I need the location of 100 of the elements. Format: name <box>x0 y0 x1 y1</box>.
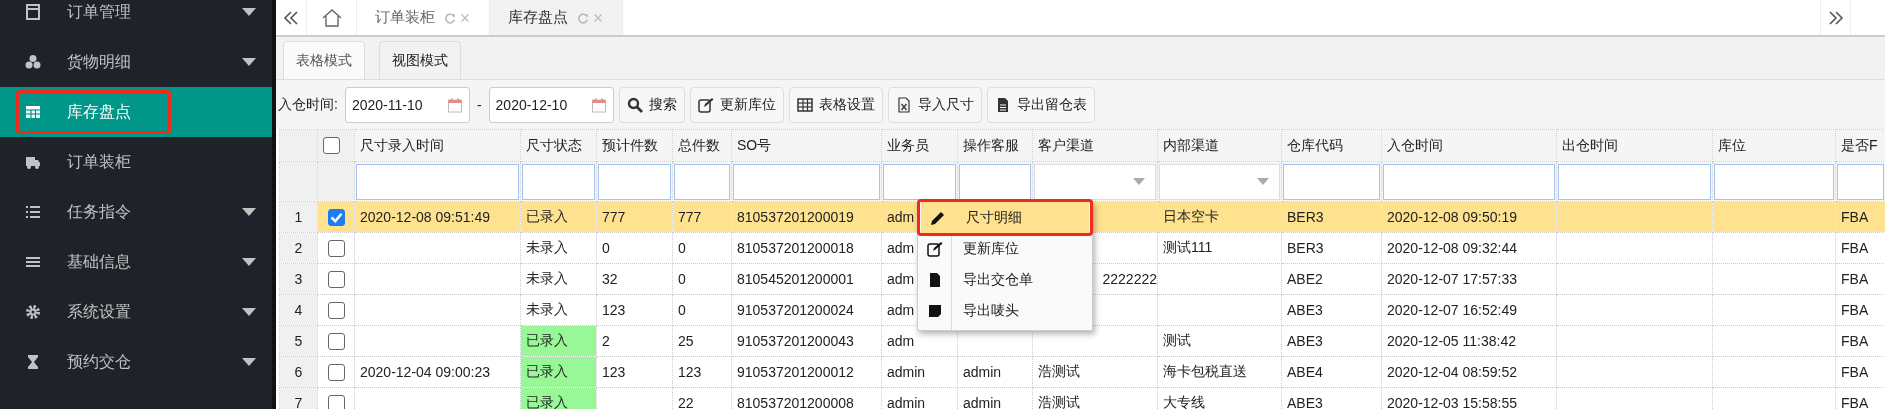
spreadsheet-file-icon <box>895 96 912 113</box>
row-checkbox[interactable] <box>327 332 345 350</box>
refresh-icon[interactable] <box>577 11 589 24</box>
table-cell: 已录入 <box>520 356 597 388</box>
filter-input[interactable] <box>1558 163 1711 200</box>
sidebar-item-label: 基础信息 <box>67 251 131 272</box>
table-cell: ABE2 <box>1281 263 1382 295</box>
row-checkbox[interactable] <box>327 239 345 257</box>
table-icon <box>796 96 813 113</box>
edit-icon <box>926 240 943 257</box>
sidebar-item[interactable]: 基础信息 <box>0 237 272 287</box>
filter-input[interactable] <box>733 163 880 200</box>
column-header[interactable]: 仓库代码 <box>1281 129 1382 162</box>
tab-label: 订单装柜 <box>375 8 435 27</box>
toolbar-button[interactable]: 表格设置 <box>788 86 883 123</box>
sidebar-item[interactable]: 库存盘点 <box>0 87 272 137</box>
column-header[interactable]: 内部渠道 <box>1157 129 1282 162</box>
date-range-separator: - <box>476 96 482 113</box>
table-cell: ABE3 <box>1281 325 1382 357</box>
table-cell: 已录入 <box>520 201 597 233</box>
table-cell: 未录入 <box>520 263 597 295</box>
table-cell: 测试 <box>1157 325 1282 357</box>
row-checkbox[interactable] <box>327 270 345 288</box>
table-cell: 123 <box>596 356 673 388</box>
column-header[interactable]: 库位 <box>1712 129 1836 162</box>
column-header[interactable]: SO号 <box>731 129 882 162</box>
filter-input[interactable] <box>1837 163 1884 200</box>
filter-input[interactable] <box>1383 163 1555 200</box>
sidebar-item[interactable]: 预约交仓 <box>0 337 272 387</box>
table-cell: 0 <box>672 294 732 326</box>
column-header[interactable]: 操作客服 <box>957 129 1033 162</box>
table-cell: 910537201200043 <box>731 325 882 357</box>
filter-input[interactable] <box>674 163 730 200</box>
filter-input[interactable] <box>883 163 956 200</box>
view-tab[interactable]: 视图模式 <box>379 41 461 79</box>
menu-item-label: 导出唛头 <box>963 301 1019 320</box>
table-cell: 777 <box>672 201 732 233</box>
sidebar-item[interactable]: 订单管理 <box>0 0 272 37</box>
sidebar-item-label: 任务指令 <box>67 201 131 222</box>
table-cell: admin <box>957 356 1033 388</box>
table-cell: 2020-12-08 09:50:19 <box>1381 201 1557 233</box>
tab-label: 库存盘点 <box>508 8 568 27</box>
filter-dropdown[interactable] <box>1034 163 1156 200</box>
date-field[interactable]: 2020-12-10 <box>488 86 614 123</box>
sidebar-item-label: 订单装柜 <box>67 151 131 172</box>
column-header[interactable]: 尺寸状态 <box>520 129 597 162</box>
filter-input[interactable] <box>959 163 1031 200</box>
row-checkbox[interactable] <box>327 363 345 381</box>
hourglass-icon <box>25 354 41 370</box>
row-number: 1 <box>279 201 318 233</box>
table-cell: 2020-12-08 09:32:44 <box>1381 232 1557 264</box>
table-cell: 810545201200001 <box>731 263 882 295</box>
filter-input[interactable] <box>598 163 671 200</box>
table-cell: 2020-12-05 11:38:42 <box>1381 325 1557 357</box>
table-cell: 未录入 <box>520 294 597 326</box>
sidebar-item-label: 订单管理 <box>67 1 131 22</box>
row-checkbox[interactable] <box>327 394 345 409</box>
sidebar-item[interactable]: 订单装柜 <box>0 137 272 187</box>
table-cell: ABE4 <box>1281 356 1382 388</box>
filter-input[interactable] <box>1283 163 1380 200</box>
column-header[interactable]: 出仓时间 <box>1556 129 1713 162</box>
date-field[interactable]: 2020-11-10 <box>344 86 470 123</box>
column-header[interactable]: 尺寸录入时间 <box>354 129 521 162</box>
filter-input[interactable] <box>522 163 595 200</box>
table-cell: FBA <box>1835 201 1885 233</box>
view-tab[interactable]: 表格模式 <box>283 41 365 79</box>
table-cell: 810537201200018 <box>731 232 882 264</box>
column-header[interactable]: 入仓时间 <box>1381 129 1557 162</box>
toolbar-button[interactable]: 导入尺寸 <box>887 86 982 123</box>
table-cell: 0 <box>596 232 673 264</box>
sidebar-item-label: 货物明细 <box>67 51 131 72</box>
toolbar-button[interactable]: 搜索 <box>618 86 685 123</box>
filter-input[interactable] <box>1714 163 1834 200</box>
column-header[interactable]: 业务员 <box>881 129 958 162</box>
row-checkbox[interactable] <box>327 301 345 319</box>
date-value: 2020-12-10 <box>495 96 568 113</box>
row-checkbox[interactable] <box>327 208 345 226</box>
sidebar-item-label: 库存盘点 <box>67 101 131 122</box>
select-all-checkbox[interactable] <box>323 137 340 155</box>
sidebar-item[interactable]: 任务指令 <box>0 187 272 237</box>
toolbar-button[interactable]: 导出留仓表 <box>986 86 1095 123</box>
sidebar-item[interactable]: 系统设置 <box>0 287 272 337</box>
scroll-right-button[interactable] <box>1820 0 1851 35</box>
table-cell: 810537201200019 <box>731 201 882 233</box>
column-header[interactable]: 客户渠道 <box>1032 129 1158 162</box>
filter-input[interactable] <box>356 163 519 200</box>
toolbar-button[interactable]: 更新库位 <box>689 86 784 123</box>
table-cell: 2020-12-07 17:57:33 <box>1381 263 1557 295</box>
column-header[interactable]: 是否F <box>1835 129 1885 162</box>
sidebar-item[interactable]: 货物明细 <box>0 37 272 87</box>
refresh-icon[interactable] <box>444 11 456 24</box>
page-tab[interactable]: 库存盘点 <box>490 0 623 35</box>
column-header[interactable]: 预计件数 <box>596 129 673 162</box>
table-row[interactable]: 6 2020-12-04 09:00:23 已录入 123 123 910537201200012 admin admin 浩测试 海卡包税直送 ABE4 2020-12-04 08:59:52 FBA <box>279 356 1885 388</box>
column-header[interactable]: 总件数 <box>672 129 732 162</box>
row-number: 5 <box>279 325 318 357</box>
filter-dropdown[interactable] <box>1159 163 1280 200</box>
table-cell: 海卡包税直送 <box>1157 356 1282 388</box>
settings-icon <box>25 304 41 320</box>
table-row[interactable]: 7 已录入 22 810537201200008 admin admin 浩测试 大专线 ABE3 2020-12-03 15:58:55 FBA <box>279 387 1885 409</box>
